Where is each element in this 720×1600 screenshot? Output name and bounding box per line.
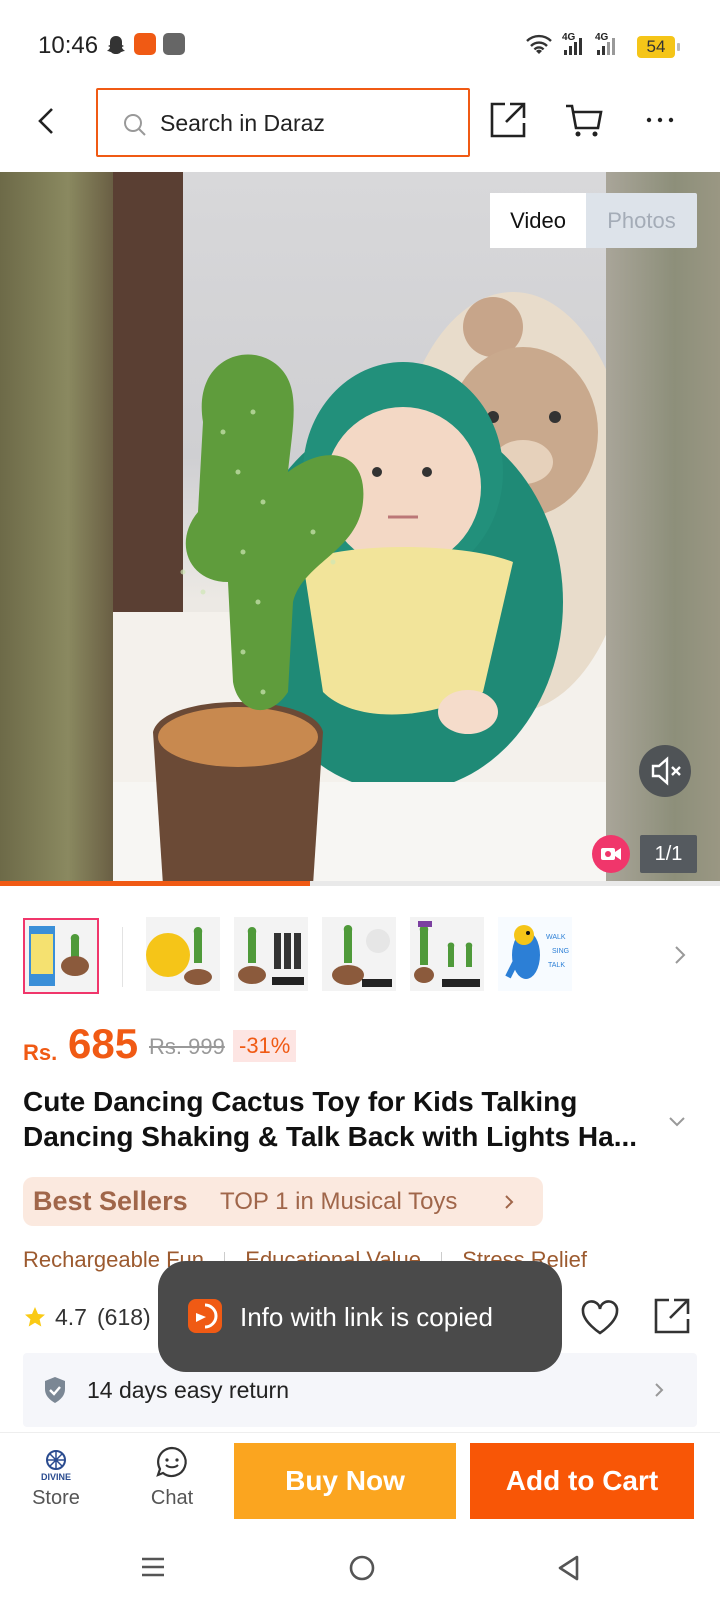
volume-muted-icon <box>651 756 681 786</box>
discount-badge: -31% <box>233 1030 297 1062</box>
thumbnail-3[interactable] <box>234 917 308 991</box>
shield-check-icon <box>43 1376 67 1404</box>
thumbnail-1[interactable] <box>23 918 99 994</box>
store-logo-icon <box>45 1449 67 1471</box>
chevron-right-icon <box>653 1381 665 1399</box>
tab-photos[interactable]: Photos <box>586 193 697 248</box>
best-sellers-label: Best Sellers <box>33 1186 188 1216</box>
svg-text:TALK: TALK <box>548 962 565 969</box>
toast-message: Info with link is copied <box>240 1302 493 1332</box>
cart-icon[interactable] <box>564 102 604 140</box>
chevron-right-icon[interactable] <box>673 944 687 966</box>
chat-button[interactable]: Chat <box>136 1445 208 1525</box>
recents-icon[interactable] <box>140 1554 166 1580</box>
price-currency: Rs. <box>23 1040 58 1065</box>
more-options-icon[interactable] <box>646 116 674 124</box>
back-arrow-icon[interactable] <box>34 106 60 136</box>
daraz-notification-icon <box>134 33 156 55</box>
app-notification-icon <box>163 33 185 55</box>
product-title: Cute Dancing Cactus Toy for Kids Talking… <box>23 1086 638 1152</box>
media-counter: 1/1 <box>640 835 697 873</box>
chat-icon <box>155 1445 189 1479</box>
video-frame <box>113 172 606 885</box>
wifi-icon <box>526 34 552 56</box>
top-bar: Search in Daraz <box>0 86 720 172</box>
mute-button[interactable] <box>639 745 691 797</box>
toast-notification: Info with link is copied <box>158 1261 562 1372</box>
search-placeholder: Search in Daraz <box>160 110 325 136</box>
product-video[interactable] <box>0 172 720 885</box>
wishlist-heart-icon[interactable] <box>580 1300 620 1336</box>
back-nav-icon[interactable] <box>555 1554 581 1582</box>
buy-now-button[interactable]: Buy Now <box>234 1443 456 1519</box>
thumbnail-divider <box>122 927 123 987</box>
system-navigation-bar <box>0 1538 720 1600</box>
price-current: 685 <box>68 1020 139 1067</box>
share-icon[interactable] <box>488 100 528 140</box>
rating-count: (618) <box>97 1304 151 1330</box>
share-product-icon[interactable] <box>652 1296 692 1336</box>
media-tab-switcher: Video Photos <box>490 193 697 248</box>
star-icon <box>23 1305 47 1329</box>
add-to-cart-button[interactable]: Add to Cart <box>470 1443 694 1519</box>
signal-icon-2: 4G <box>595 32 617 56</box>
thumbnail-2[interactable] <box>146 917 220 991</box>
live-video-icon[interactable] <box>592 835 630 873</box>
video-progress-fill <box>0 881 310 886</box>
signal-icon-1: 4G <box>562 32 584 56</box>
best-sellers-bar[interactable]: Best Sellers TOP 1 in Musical Toys <box>23 1177 543 1226</box>
daraz-logo-icon <box>188 1299 222 1333</box>
store-label: Store <box>32 1487 80 1509</box>
best-sellers-rank: TOP 1 in Musical Toys <box>220 1188 458 1215</box>
battery-indicator: 54 <box>637 36 680 58</box>
video-progress-bar[interactable] <box>0 881 720 886</box>
thumbnail-4[interactable] <box>322 917 396 991</box>
video-blur-left <box>0 172 113 885</box>
chat-label: Chat <box>150 1487 194 1509</box>
video-scene-illustration <box>113 172 606 885</box>
home-icon[interactable] <box>348 1554 376 1582</box>
snapchat-icon <box>105 34 127 56</box>
svg-text:SING: SING <box>552 948 569 955</box>
thumbnail-5[interactable] <box>410 917 484 991</box>
status-bar: 10:46 4G 4G 54 <box>0 0 720 86</box>
chevron-right-small-icon <box>503 1193 515 1211</box>
bottom-action-bar: DIVINE Store Chat Buy Now Add to Cart <box>0 1432 720 1538</box>
svg-text:WALK: WALK <box>546 934 566 941</box>
status-time: 10:46 <box>38 32 99 59</box>
store-button[interactable]: DIVINE Store <box>20 1445 92 1525</box>
price-original: Rs. 999 <box>149 1034 225 1059</box>
tab-video[interactable]: Video <box>490 193 586 248</box>
search-icon <box>122 112 148 138</box>
expand-title-icon[interactable] <box>668 1116 686 1128</box>
rating-value: 4.7 <box>55 1304 87 1330</box>
thumbnail-6[interactable]: WALK SING TALK <box>498 917 572 991</box>
search-input[interactable]: Search in Daraz <box>96 88 470 157</box>
return-text: 14 days easy return <box>87 1377 290 1403</box>
store-brand-name: DIVINE <box>40 1472 71 1482</box>
